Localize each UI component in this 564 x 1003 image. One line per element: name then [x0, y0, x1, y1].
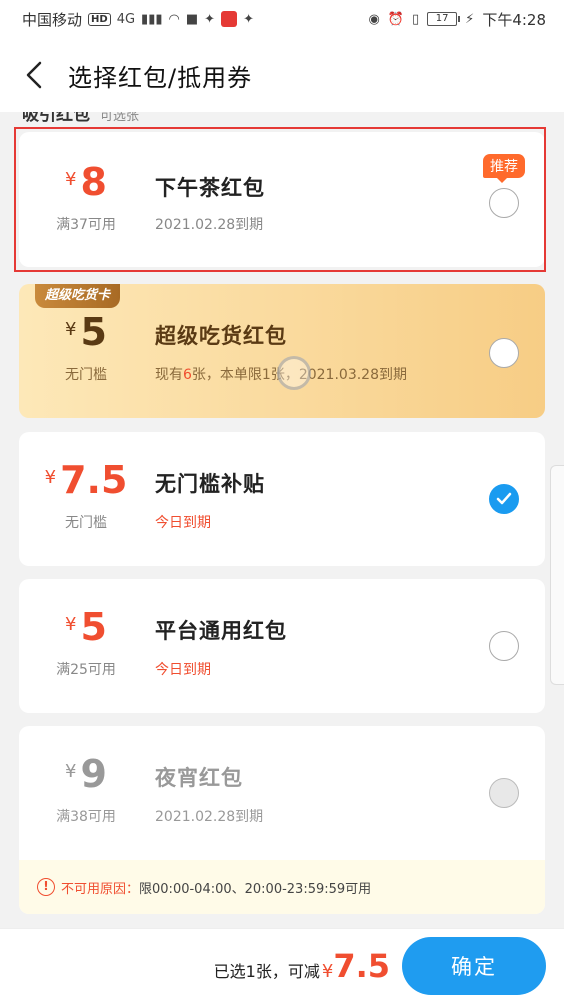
coupon-name: 下午茶红包 [155, 176, 265, 200]
amount-value: 7.5 [60, 458, 128, 502]
amount-value: 9 [80, 752, 107, 796]
notification-icon: ✦ [204, 11, 216, 27]
coupon-threshold: 满38可用 [56, 809, 116, 825]
reason-text: 限00:00-04:00、20:00-23:59:59可用 [139, 881, 372, 897]
coupon-name: 无门槛补贴 [155, 472, 265, 496]
back-button[interactable] [0, 38, 68, 112]
select-radio[interactable] [489, 631, 519, 661]
coupon-threshold: 无门槛 [65, 515, 107, 531]
currency-symbol: ¥ [65, 169, 77, 190]
page-title: 选择红包/抵用券 [68, 63, 253, 92]
signal-icon: ▮▮▮ [141, 11, 163, 27]
select-radio[interactable] [489, 338, 519, 368]
amount-value: 8 [80, 160, 107, 204]
hd-icon: HD [88, 12, 111, 26]
unavailable-reason: ! 不可用原因： 限00:00-04:00、20:00-23:59:59可用 [19, 860, 545, 914]
coupon-expiry: 2021.02.28到期 [155, 217, 264, 233]
desc-prefix: 现有 [155, 367, 183, 383]
notification-icon-2: ✦ [243, 11, 254, 27]
warning-icon: ! [37, 878, 55, 896]
wifi-icon: ◠ [168, 11, 180, 27]
app-notification-icon [221, 11, 238, 27]
coupon-threshold: 满25可用 [56, 662, 116, 678]
title-bar: 选择红包/抵用券 [0, 38, 564, 112]
selection-summary: 已选1张，可减 ¥ 7.5 [214, 947, 390, 985]
currency-symbol: ¥ [321, 961, 334, 982]
coupon-expiry: 今日到期 [155, 515, 211, 531]
check-icon [496, 492, 512, 505]
currency-symbol: ¥ [65, 319, 77, 340]
amount-value: 5 [80, 605, 107, 649]
scroll-handle[interactable] [550, 465, 564, 685]
select-radio[interactable] [489, 484, 519, 514]
status-bar: 中国移动 HD 4G ▮▮▮ ◠ ■ ✦ ✦ ◉ ⏰ ▯ 17 ⚡ 下午4:28 [0, 0, 564, 38]
coupon-card-afternoon-tea[interactable]: ¥8 满37可用 下午茶红包 2021.02.28到期 推荐 [19, 132, 545, 267]
confirm-button[interactable]: 确定 [402, 937, 546, 995]
discount-value: 7.5 [333, 947, 390, 985]
coupon-expiry: 今日到期 [155, 662, 211, 678]
touch-indicator [277, 356, 311, 390]
bottom-bar: 已选1张，可减 ¥ 7.5 确定 [0, 928, 564, 1003]
coupon-card-platform[interactable]: ¥5 满25可用 平台通用红包 今日到期 [19, 579, 545, 713]
section-title: 吸引红包 [22, 112, 90, 125]
recommend-badge: 推荐 [483, 154, 525, 183]
coupon-amount: ¥5 [19, 310, 153, 354]
vibrate-icon: ▯ [412, 11, 420, 27]
video-icon: ■ [185, 11, 199, 27]
desc-count: 6 [183, 367, 192, 383]
section-subtitle: 可选张 [100, 112, 140, 124]
coupon-amount: ¥8 [19, 160, 153, 204]
coupon-list[interactable]: 吸引红包 可选张 ¥8 满37可用 下午茶红包 2021.02.28到期 推荐 超… [0, 112, 564, 928]
coupon-amount: ¥7.5 [19, 458, 153, 502]
select-radio-disabled [489, 778, 519, 808]
currency-symbol: ¥ [65, 614, 77, 635]
coupon-card-late-night: ¥9 满38可用 夜宵红包 2021.02.28到期 ! 不可用原因： 限00:… [19, 726, 545, 914]
currency-symbol: ¥ [65, 761, 77, 782]
super-foodie-badge: 超级吃货卡 [35, 284, 121, 308]
alarm-icon: ⏰ [387, 11, 405, 27]
select-radio[interactable] [489, 188, 519, 218]
amount-value: 5 [80, 310, 107, 354]
coupon-threshold: 满37可用 [56, 217, 116, 233]
reason-label: 不可用原因： [61, 881, 140, 897]
currency-symbol: ¥ [44, 467, 57, 488]
coupon-amount: ¥9 [19, 752, 153, 796]
coupon-card-no-threshold[interactable]: ¥7.5 无门槛 无门槛补贴 今日到期 [19, 432, 545, 566]
summary-text: 已选1张，可减 [213, 962, 320, 981]
coupon-threshold: 无门槛 [65, 367, 107, 383]
chevron-left-icon [26, 61, 42, 89]
coupon-name: 超级吃货红包 [155, 324, 287, 348]
coupon-expiry: 2021.02.28到期 [155, 809, 264, 825]
carrier-name: 中国移动 [22, 10, 83, 29]
coupon-name: 夜宵红包 [155, 766, 243, 790]
eye-icon: ◉ [368, 11, 380, 27]
coupon-card-super-foodie[interactable]: 超级吃货卡 ¥5 无门槛 超级吃货红包 现有6张，本单限1张，2021.03.2… [19, 284, 545, 418]
coupon-amount: ¥5 [19, 605, 153, 649]
charging-icon: ⚡ [465, 11, 475, 27]
section-header: 吸引红包 可选张 [22, 112, 139, 125]
battery-icon: 17 [427, 12, 461, 26]
network-type: 4G [116, 11, 136, 27]
clock: 下午4:28 [482, 10, 546, 29]
coupon-name: 平台通用红包 [155, 619, 287, 643]
